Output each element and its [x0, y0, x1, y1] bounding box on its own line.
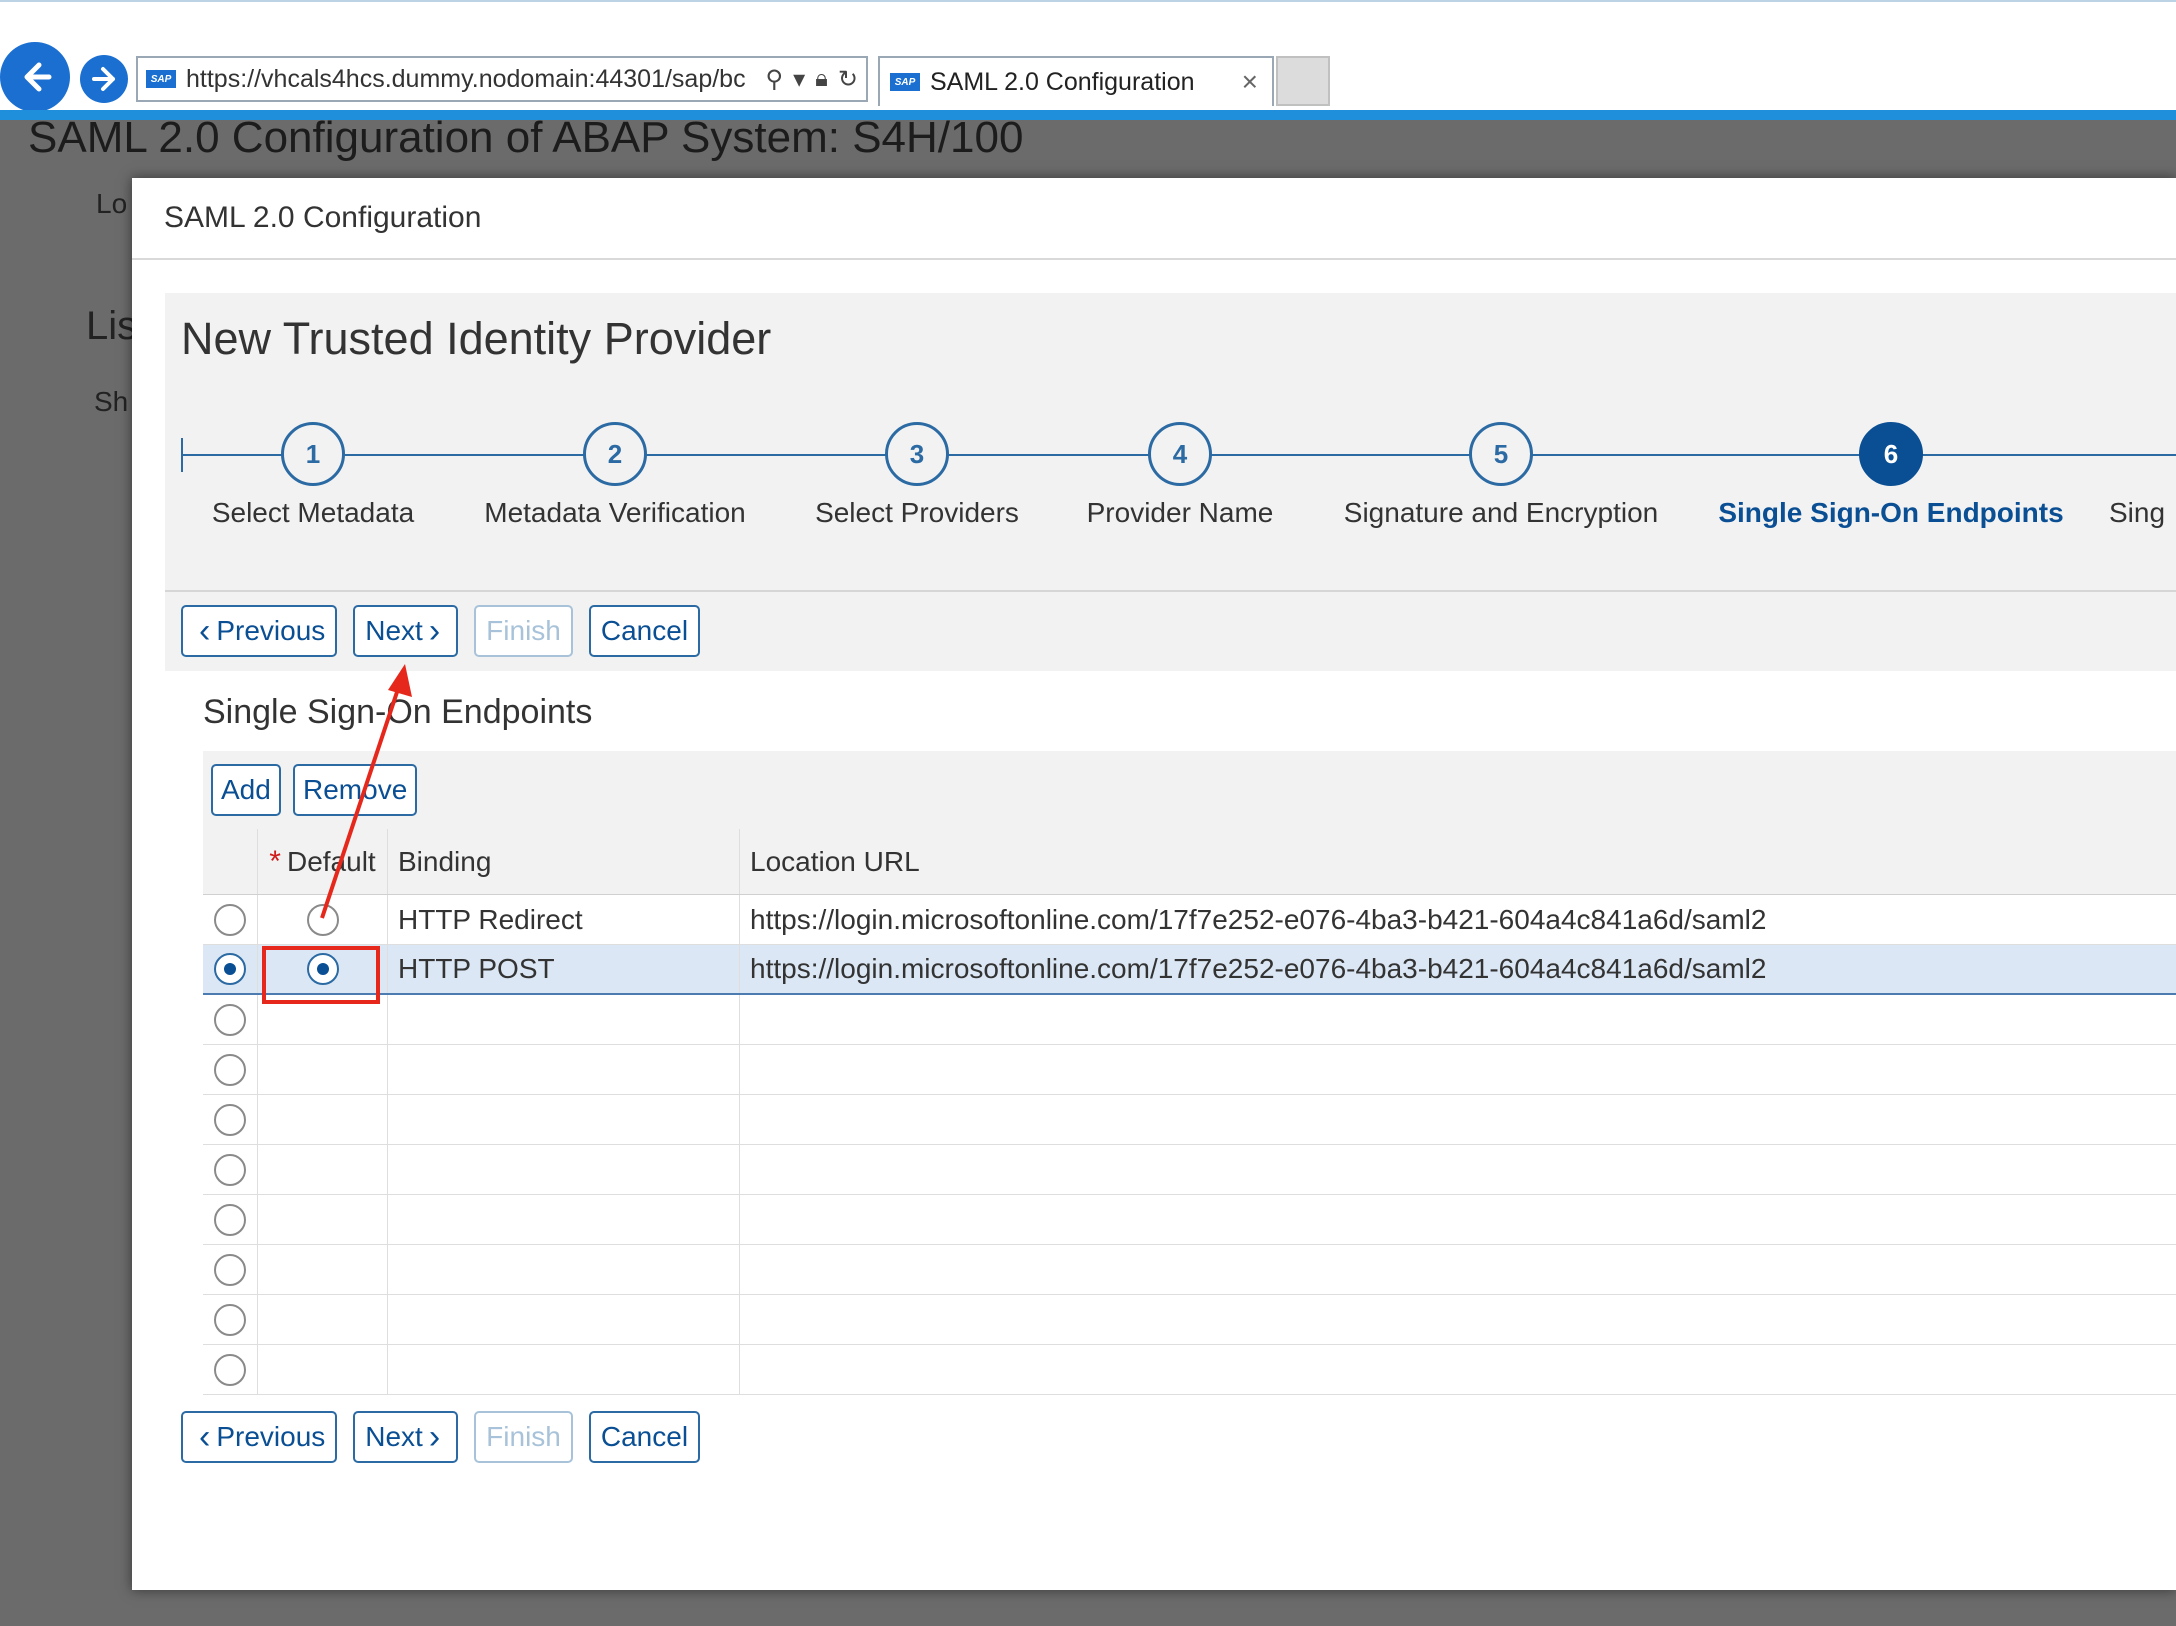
cancel-button[interactable]: Cancel: [588, 605, 701, 657]
finish-button[interactable]: Finish: [474, 605, 573, 657]
wizard-nav-bottom: ‹ Previous Next › Finish Cancel: [181, 1411, 701, 1463]
chevron-right-icon: ›: [428, 612, 441, 650]
chevron-right-icon: ›: [428, 1418, 441, 1456]
endpoints-section: Single Sign-On Endpoints Add Remove * Def…: [165, 671, 2176, 1477]
next-label: Next: [365, 615, 423, 646]
divider: [165, 590, 2176, 592]
add-button[interactable]: Add: [211, 764, 281, 816]
row-select-radio[interactable]: [214, 903, 246, 936]
previous-button[interactable]: ‹ Previous: [181, 1411, 338, 1463]
close-icon[interactable]: ×: [1242, 66, 1258, 98]
table-row[interactable]: [203, 1245, 2176, 1295]
back-button[interactable]: [0, 42, 70, 112]
lock-icon[interactable]: 🔒︎: [815, 65, 828, 94]
step-label: Single Sign-On Endpoints: [1718, 497, 2064, 528]
finish-label: Finish: [486, 1421, 561, 1452]
browser-toolbar: SAP https://vhcals4hcs.dummy.nodomain:44…: [0, 0, 2176, 120]
arrow-left-icon: [24, 62, 52, 92]
location-url-cell: https://login.microsoftonline.com/17f7e2…: [739, 945, 2176, 993]
binding-cell: HTTP Redirect: [387, 895, 739, 944]
required-marker: *: [269, 844, 281, 878]
next-button[interactable]: Next ›: [353, 605, 459, 657]
step-number: 1: [281, 422, 345, 486]
table-row[interactable]: HTTP Redirect https://login.microsoftonl…: [203, 895, 2176, 945]
column-location-url[interactable]: Location URL: [739, 829, 2176, 894]
previous-label: Previous: [216, 1421, 326, 1452]
previous-button[interactable]: ‹ Previous: [181, 605, 338, 657]
step-number: 4: [1148, 422, 1212, 486]
select-all-cell[interactable]: [203, 829, 257, 894]
step-number: 6: [1859, 422, 1923, 486]
row-select-radio[interactable]: [214, 1053, 246, 1086]
step-number: 5: [1469, 422, 1533, 486]
chevron-left-icon: ‹: [199, 612, 211, 650]
binding-cell: HTTP POST: [387, 945, 739, 993]
chevron-left-icon: ‹: [199, 1418, 211, 1456]
saml-config-dialog: SAML 2.0 Configuration New Trusted Ident…: [132, 178, 2176, 1590]
table-row[interactable]: HTTP POST https://login.microsoftonline.…: [203, 945, 2176, 995]
table-row[interactable]: [203, 1145, 2176, 1195]
next-button[interactable]: Next ›: [353, 1411, 459, 1463]
forward-button[interactable]: [80, 55, 128, 103]
row-select-radio[interactable]: [214, 953, 246, 985]
table-row[interactable]: [203, 1045, 2176, 1095]
annotation-highlight-box: [262, 946, 380, 1004]
dialog-title: SAML 2.0 Configuration: [132, 178, 2176, 260]
wizard-panel: New Trusted Identity Provider 1 Select M…: [165, 293, 2176, 1477]
column-binding[interactable]: Binding: [387, 829, 739, 894]
background-page-title: SAML 2.0 Configuration of ABAP System: S…: [28, 113, 1024, 162]
location-url-cell: https://login.microsoftonline.com/17f7e2…: [739, 895, 2176, 944]
step-label: Sing: [2109, 497, 2166, 528]
row-select-radio[interactable]: [214, 1253, 246, 1286]
finish-button[interactable]: Finish: [474, 1411, 573, 1463]
table-toolbar: Add Remove: [203, 751, 2176, 829]
background-fragment: Lo: [96, 188, 128, 219]
remove-button[interactable]: Remove: [293, 764, 418, 816]
row-select-radio[interactable]: [214, 1103, 246, 1136]
row-select-radio[interactable]: [214, 1303, 246, 1336]
next-label: Next: [365, 1421, 423, 1452]
sap-tab-icon: SAP: [890, 73, 920, 91]
cancel-label: Cancel: [600, 1421, 689, 1452]
cancel-label: Cancel: [600, 615, 689, 646]
column-label: Default: [286, 845, 376, 877]
cancel-button[interactable]: Cancel: [588, 1411, 701, 1463]
table-header: * Default Binding Location URL: [203, 829, 2176, 895]
background-fragment: Sh: [94, 386, 129, 417]
column-default[interactable]: * Default: [257, 829, 387, 894]
background-fragment: Lis: [86, 304, 138, 348]
previous-label: Previous: [216, 615, 326, 646]
step-number: 3: [885, 422, 949, 486]
default-radio[interactable]: [306, 903, 339, 936]
wizard-title: New Trusted Identity Provider: [181, 313, 772, 364]
new-tab-button[interactable]: [1276, 56, 1330, 106]
dropdown-icon[interactable]: ▾: [793, 65, 805, 94]
row-select-radio[interactable]: [214, 1203, 246, 1236]
wizard-nav-top: ‹ Previous Next › Finish Cancel: [181, 605, 701, 657]
table-row[interactable]: [203, 1195, 2176, 1245]
address-bar[interactable]: SAP https://vhcals4hcs.dummy.nodomain:44…: [136, 56, 868, 102]
table-row[interactable]: [203, 1095, 2176, 1145]
search-icon[interactable]: ⚲: [765, 65, 783, 94]
tab-title: SAML 2.0 Configuration: [930, 67, 1195, 96]
row-select-radio[interactable]: [214, 1003, 246, 1036]
finish-label: Finish: [486, 615, 561, 646]
arrow-right-icon: [92, 67, 115, 91]
section-title: Single Sign-On Endpoints: [203, 693, 593, 731]
address-url: https://vhcals4hcs.dummy.nodomain:44301/…: [186, 64, 746, 93]
row-select-radio[interactable]: [214, 1353, 246, 1386]
sap-logo-icon: SAP: [146, 70, 176, 88]
row-select-radio[interactable]: [214, 1153, 246, 1186]
step-number: 2: [583, 422, 647, 486]
table-row[interactable]: [203, 1345, 2176, 1395]
table-row[interactable]: [203, 1295, 2176, 1345]
browser-tab[interactable]: SAP SAML 2.0 Configuration ×: [878, 56, 1274, 106]
endpoints-table: * Default Binding Location URL HTTP Redir…: [203, 829, 2176, 1395]
refresh-icon[interactable]: ↻: [838, 65, 858, 94]
table-row[interactable]: [203, 995, 2176, 1045]
